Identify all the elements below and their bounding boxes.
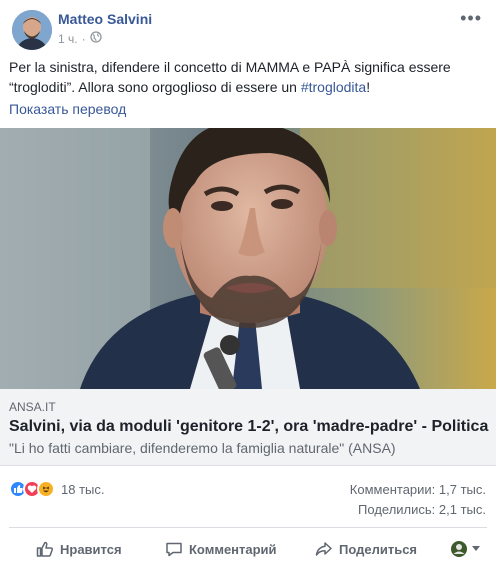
post-time[interactable]: 1 ч.	[58, 32, 78, 46]
post-text: Per la sinistra, difendere il concetto d…	[9, 57, 487, 97]
link-preview-image[interactable]	[0, 128, 496, 389]
shares-count[interactable]: Поделились: 2,1 тыс.	[358, 502, 486, 517]
reactions-summary[interactable]: 18 тыс.	[9, 480, 104, 498]
share-icon	[315, 542, 332, 556]
link-domain: ANSA.IT	[9, 400, 56, 414]
comment-button[interactable]: Комментарий	[165, 540, 277, 558]
translate-link[interactable]: Показать перевод	[9, 101, 126, 117]
post-text-end: !	[366, 79, 371, 95]
author-name[interactable]: Matteo Salvini	[58, 11, 152, 27]
post-meta: 1 ч. ·	[58, 31, 102, 46]
post-actions-bar: Нравится Комментарий Поделиться	[0, 532, 496, 566]
comments-count[interactable]: Комментарии: 1,7 тыс.	[350, 482, 486, 497]
like-label: Нравится	[60, 541, 122, 557]
chevron-down-icon	[472, 546, 480, 551]
link-description: "Li ho fatti cambiare, difenderemo la fa…	[9, 440, 396, 456]
globe-icon[interactable]	[89, 31, 102, 46]
comment-icon	[166, 542, 182, 557]
facebook-post: Matteo Salvini 1 ч. · ••• Per la sinistr…	[0, 0, 496, 568]
haha-icon	[37, 480, 55, 498]
share-label: Поделиться	[339, 541, 418, 557]
link-title[interactable]: Salvini, via da moduli 'genitore 1-2', o…	[9, 418, 488, 436]
comment-label: Комментарий	[189, 541, 277, 557]
reaction-as-selector[interactable]	[450, 540, 480, 558]
author-avatar[interactable]	[12, 10, 52, 50]
avatar-image	[12, 10, 52, 50]
link-preview[interactable]: ANSA.IT Salvini, via da moduli 'genitore…	[0, 389, 496, 466]
post-text-body: Per la sinistra, difendere il concetto d…	[9, 59, 451, 95]
actions-divider	[9, 527, 487, 528]
meta-separator: ·	[81, 31, 86, 46]
share-button[interactable]: Поделиться	[315, 540, 417, 558]
like-button[interactable]: Нравится	[36, 540, 122, 558]
hashtag-link[interactable]: #troglodita	[301, 79, 366, 95]
thumbs-up-icon	[36, 541, 54, 557]
more-dots-icon[interactable]: •••	[460, 8, 482, 29]
portrait-photo	[0, 128, 496, 389]
profile-avatar-icon	[451, 541, 467, 557]
reactions-count[interactable]: 18 тыс.	[61, 482, 104, 497]
